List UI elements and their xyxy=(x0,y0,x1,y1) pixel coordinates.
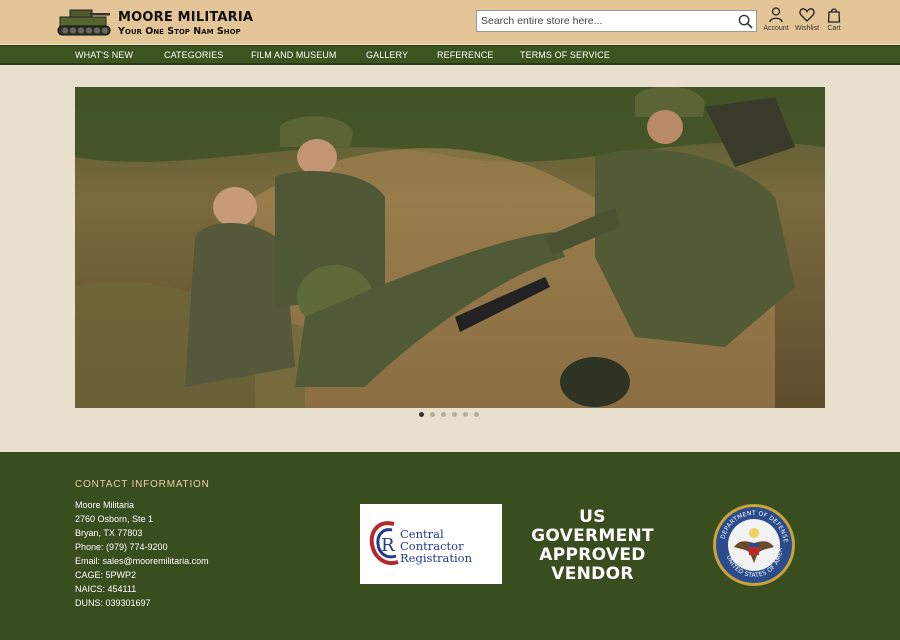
soldiers-photo xyxy=(75,87,825,408)
account-label: Account xyxy=(763,25,789,32)
contact-address-2: Bryan, TX 77803 xyxy=(75,528,143,538)
vendor-line-4: Vendor xyxy=(551,564,634,584)
cart-icon xyxy=(827,8,841,23)
site-footer: Contact Information Moore Militaria 2760… xyxy=(0,452,900,640)
contact-company: Moore Militaria xyxy=(75,500,135,510)
slider-dot-3[interactable] xyxy=(441,412,446,417)
search-box xyxy=(476,10,757,32)
nav-item-gallery[interactable]: Gallery xyxy=(366,50,408,60)
slider-dot-5[interactable] xyxy=(463,412,468,417)
contact-address-1: 2760 Osborn, Ste 1 xyxy=(75,514,154,524)
nav-item-terms-of-service[interactable]: Terms of Service xyxy=(520,50,610,60)
vendor-line-3: Approved xyxy=(539,545,646,565)
cart-label: Cart xyxy=(827,25,841,32)
cart-link[interactable]: Cart xyxy=(822,7,846,32)
us-government-vendor-badge: US Goverment Approved Vendor xyxy=(520,508,665,584)
account-link[interactable]: Account xyxy=(762,7,790,32)
contact-naics: NAICS: 454111 xyxy=(75,584,137,594)
department-of-defense-seal-icon: DEPARTMENT OF DEFENSE UNITED STATES OF A… xyxy=(712,503,795,586)
site-logo[interactable]: Moore Militaria Your One Stop Nam Shop xyxy=(56,4,256,40)
logo-subtitle: Your One Stop Nam Shop xyxy=(118,26,241,37)
tank-logo-icon xyxy=(57,9,111,36)
hero-slide-image[interactable] xyxy=(75,87,825,408)
wishlist-label: Wishlist xyxy=(794,25,820,32)
nav-item-reference[interactable]: Reference xyxy=(437,50,493,60)
slider-dot-1[interactable] xyxy=(419,412,424,417)
nav-item-whats-new[interactable]: What's New xyxy=(75,50,133,60)
search-icon[interactable] xyxy=(738,14,753,29)
ccr-mark-icon: R xyxy=(369,521,399,565)
wishlist-icon xyxy=(799,8,815,22)
main-nav: What's New Categories Film and Museum Ga… xyxy=(0,45,900,65)
contact-phone[interactable]: Phone: (979) 774-9200 xyxy=(75,542,168,552)
vendor-line-2: Goverment xyxy=(531,526,654,546)
contact-title: Contact Information xyxy=(75,479,210,490)
logo-title: Moore Militaria xyxy=(118,10,254,25)
nav-item-categories[interactable]: Categories xyxy=(164,50,223,60)
contact-duns: DUNS: 039301697 xyxy=(75,598,151,608)
contact-cage: CAGE: 5PWP2 xyxy=(75,570,137,580)
ccr-line-3: Registration xyxy=(400,551,473,565)
nav-item-film-and-museum[interactable]: Film and Museum xyxy=(251,50,337,60)
wishlist-link[interactable]: Wishlist xyxy=(793,7,821,32)
site-header: Moore Militaria Your One Stop Nam Shop A… xyxy=(0,0,900,44)
slider-dot-6[interactable] xyxy=(474,412,479,417)
vendor-line-1: US xyxy=(579,507,606,527)
svg-text:R: R xyxy=(381,535,395,556)
search-input[interactable] xyxy=(481,13,731,29)
slider-dot-4[interactable] xyxy=(452,412,457,417)
contact-email[interactable]: Email: sales@mooremilitaria.com xyxy=(75,556,209,566)
account-icon xyxy=(769,7,783,23)
ccr-logo: R Central Contractor Registration xyxy=(360,504,502,584)
slider-dot-2[interactable] xyxy=(430,412,435,417)
